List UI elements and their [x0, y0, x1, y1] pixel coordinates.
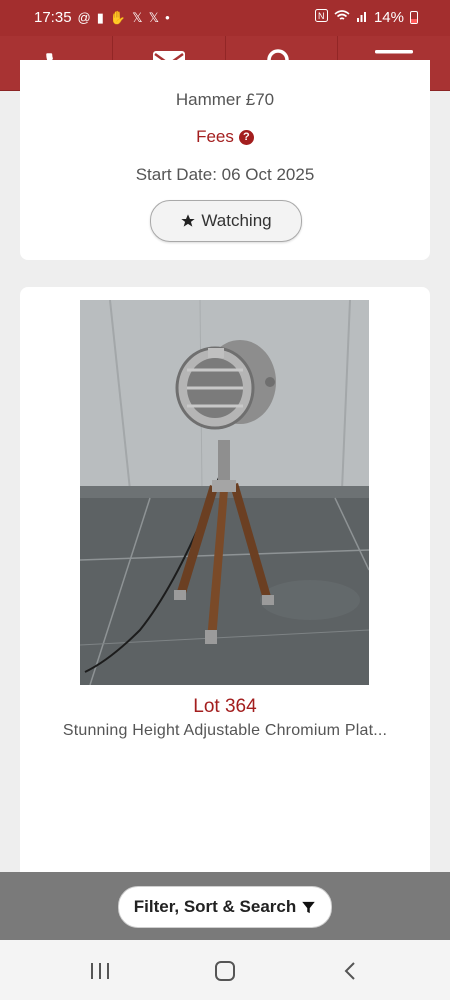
home-icon	[215, 961, 235, 981]
svg-text:N: N	[318, 11, 325, 21]
back-button[interactable]	[330, 960, 370, 982]
x-icon: 𝕏	[148, 9, 160, 25]
help-icon[interactable]: ?	[238, 129, 254, 145]
hand-icon: ✋	[109, 9, 127, 25]
watching-button[interactable]: Watching	[150, 200, 302, 242]
home-button[interactable]	[205, 960, 245, 982]
status-left: 17:35 @ ▮ ✋ 𝕏 𝕏 •	[34, 9, 170, 26]
x-icon: 𝕏	[132, 9, 143, 25]
lamp-photo	[80, 300, 369, 685]
notification-icon: ▮	[96, 9, 104, 25]
funnel-icon	[302, 901, 315, 913]
previous-lot-card: Hammer £70 Fees ? Start Date: 06 Oct 202…	[20, 60, 430, 260]
wifi-icon	[334, 9, 350, 26]
status-bar: 17:35 @ ▮ ✋ 𝕏 𝕏 • N 14%	[0, 0, 450, 36]
recent-apps-button[interactable]	[80, 960, 120, 982]
fees-link[interactable]: Fees ?	[20, 127, 430, 147]
threads-icon: @	[77, 9, 91, 25]
battery-percent: 14%	[373, 9, 404, 26]
lot-description[interactable]: Stunning Height Adjustable Chromium Plat…	[20, 722, 430, 740]
battery-icon	[410, 11, 418, 24]
status-time: 17:35	[34, 9, 72, 26]
lot-image[interactable]	[80, 300, 369, 685]
system-navigation	[0, 940, 450, 1000]
star-icon	[181, 214, 196, 227]
fees-label: Fees	[196, 127, 234, 146]
lot-number[interactable]: Lot 364	[20, 696, 430, 718]
dot-icon: •	[165, 9, 170, 25]
nfc-icon: N	[314, 9, 328, 26]
filter-label: Filter, Sort & Search	[133, 897, 297, 916]
hammer-price: Hammer £70	[175, 90, 275, 109]
filter-bar: Filter, Sort & Search	[0, 872, 450, 940]
back-icon	[344, 962, 355, 980]
status-right: N 14%	[314, 9, 418, 26]
filter-sort-search-button[interactable]: Filter, Sort & Search	[118, 886, 332, 928]
start-date: Start Date: 06 Oct 2025	[135, 165, 315, 184]
lot-card[interactable]: Lot 364 Stunning Height Adjustable Chrom…	[20, 287, 430, 887]
recent-apps-icon	[91, 963, 109, 979]
watching-label: Watching	[201, 211, 272, 230]
signal-icon	[356, 9, 368, 26]
